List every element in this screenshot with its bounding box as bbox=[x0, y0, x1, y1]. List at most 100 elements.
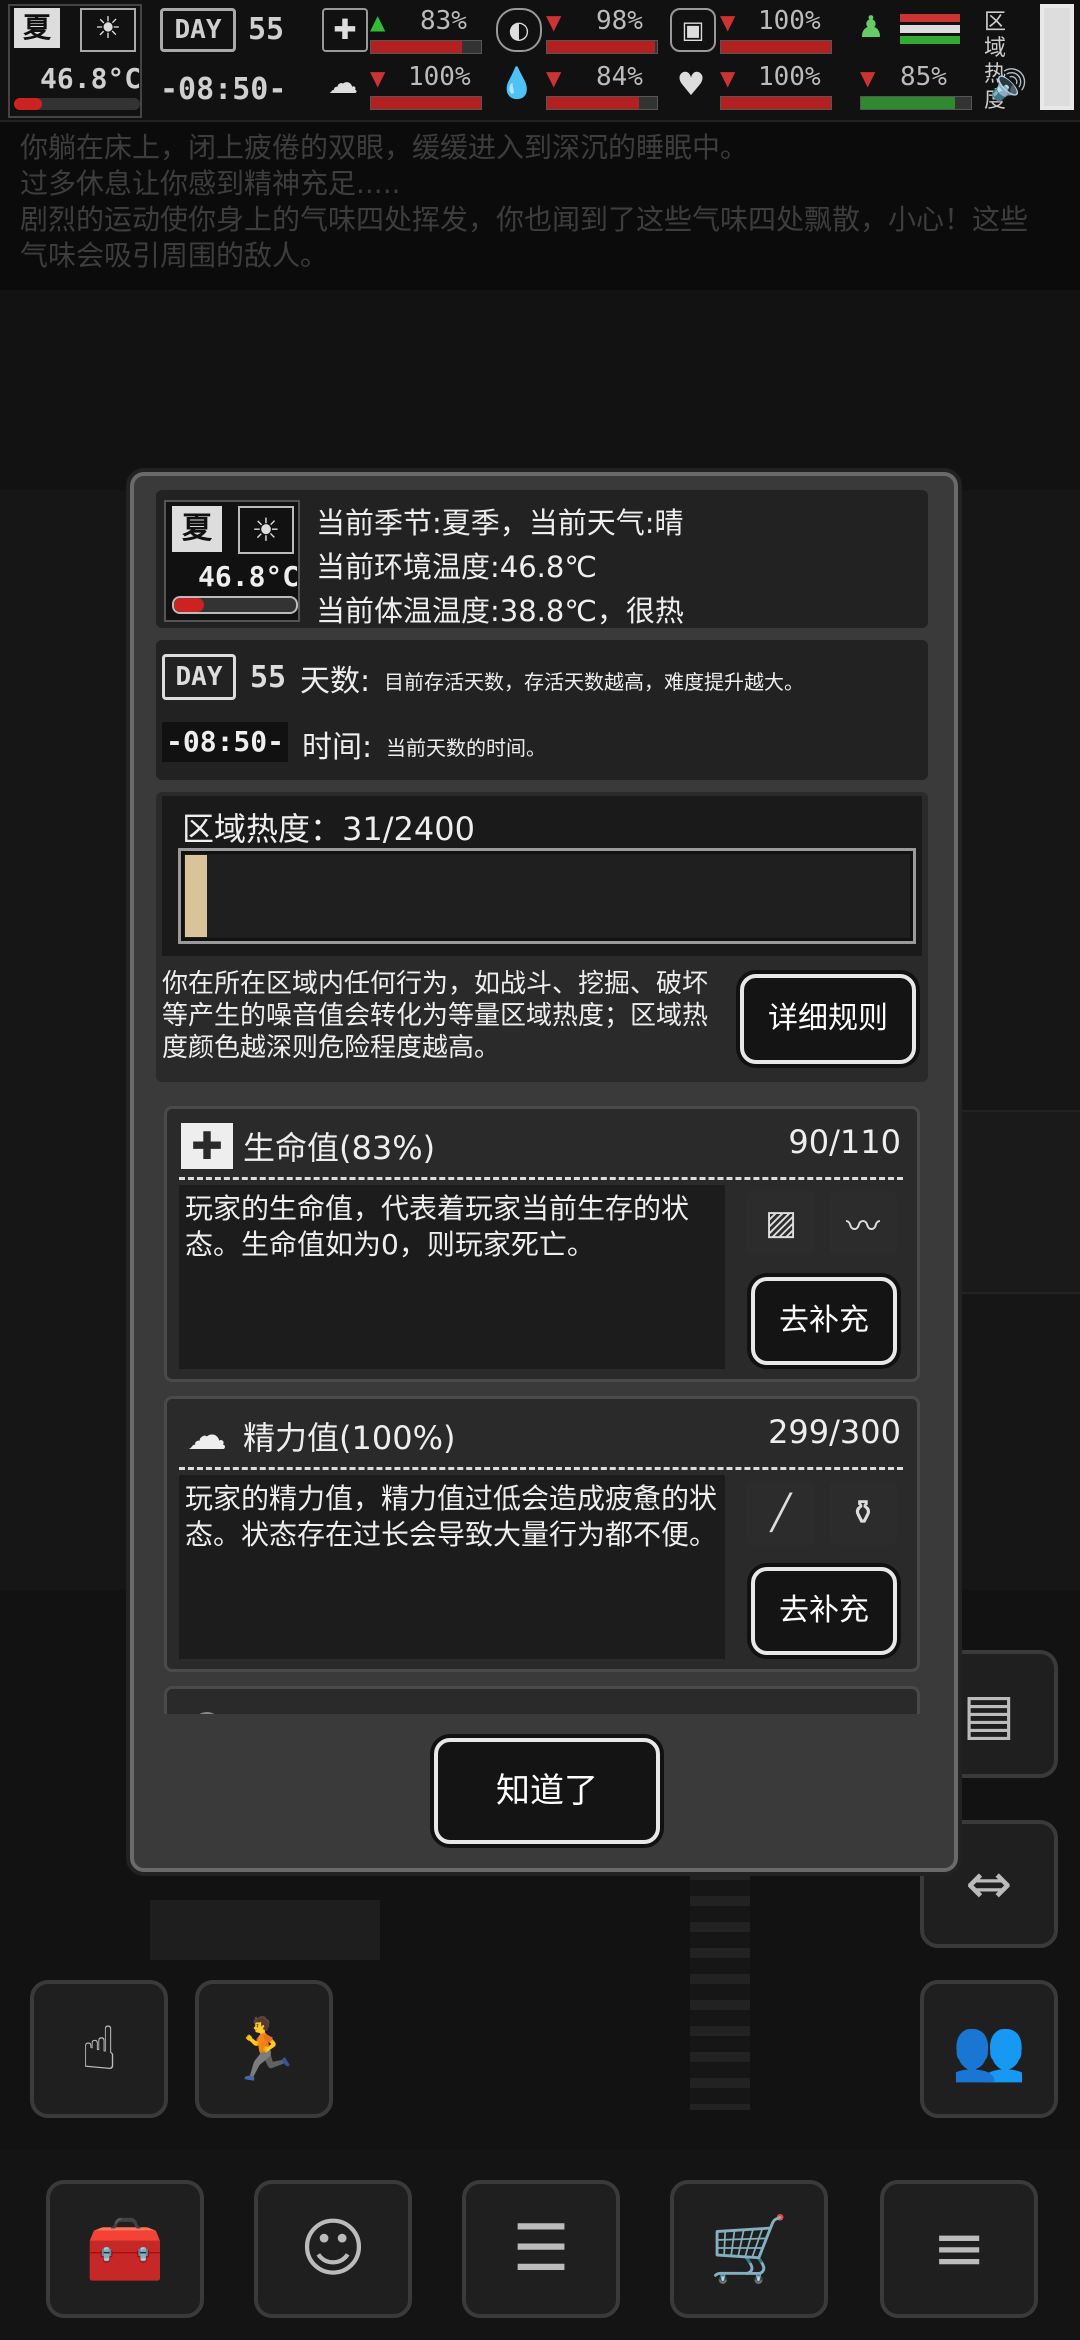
bottle-icon[interactable]: ⚱ bbox=[829, 1481, 897, 1545]
chest-icon: 🧰 bbox=[85, 2212, 165, 2287]
heart-icon: ♥ bbox=[676, 65, 706, 103]
action-touch-button[interactable]: ☝ bbox=[30, 1980, 168, 2118]
bladder-icon: ▣ bbox=[670, 8, 716, 52]
hud-brain-bar bbox=[370, 96, 482, 110]
day-time-panel: DAY 55 天数: 目前存活天数，存活天数越高，难度提升越大。 -08:50-… bbox=[156, 640, 928, 780]
status-info-dialog: 夏 ☀ 46.8°C 当前季节:夏季，当前天气:晴 当前环境温度:46.8℃ 当… bbox=[130, 472, 958, 1872]
confirm-button[interactable]: 知道了 bbox=[434, 1738, 660, 1844]
log-line: 过多休息让你感到精神充足..... bbox=[20, 167, 401, 200]
hud-bladder-bar bbox=[720, 40, 832, 54]
storage-button[interactable]: 🧰 bbox=[46, 2180, 204, 2318]
hud-day-number: 55 bbox=[248, 12, 285, 47]
weather-env-temp-line: 当前环境温度:46.8℃ bbox=[316, 550, 597, 584]
detailed-rules-button[interactable]: 详细规则 bbox=[740, 974, 916, 1064]
list-item: ◐ bbox=[164, 1686, 920, 1714]
speaker-icon[interactable]: 🔊 bbox=[990, 68, 1027, 103]
hud-health-value: 83% bbox=[420, 6, 467, 36]
brain-icon: ☁ bbox=[187, 1413, 227, 1459]
weather-body-temp-line: 当前体温温度:38.8℃，很热 bbox=[316, 594, 684, 628]
up-arrow-icon: ▲ bbox=[370, 10, 386, 34]
down-arrow-icon: ▼ bbox=[720, 10, 736, 34]
area-heat-gauge bbox=[1040, 4, 1074, 110]
hud-water-value: 84% bbox=[596, 62, 643, 92]
shop-button[interactable]: 🛒 bbox=[670, 2180, 828, 2318]
tap-hand-icon: ☝ bbox=[80, 2014, 118, 2084]
hud-mood-value: 85% bbox=[900, 62, 947, 92]
down-arrow-icon: ▼ bbox=[370, 66, 386, 90]
day-label: DAY bbox=[162, 654, 236, 700]
area-heat-panel: 区域热度：31/2400 你在所在区域内任何行为，如战斗、挖掘、破坏等产生的噪音… bbox=[156, 792, 928, 1082]
log-line: 气味会吸引周围的敌人。 bbox=[20, 239, 329, 272]
hud-temperature: 46.8°C bbox=[40, 62, 142, 95]
stomach-icon: ◐ bbox=[496, 8, 542, 52]
stat-desc: 玩家的精力值，精力值过低会造成疲惫的状态。状态存在过长会导致大量行为都不便。 bbox=[185, 1482, 718, 1551]
hud-mood-bar bbox=[860, 96, 972, 110]
hud-day-box[interactable]: DAY 55 -08:50- bbox=[160, 6, 310, 116]
mood-icon: ♟ bbox=[857, 10, 885, 45]
wrap-icon[interactable]: 〰 bbox=[829, 1191, 897, 1255]
weather-temperature: 46.8°C bbox=[198, 560, 300, 593]
run-icon: 🏃 bbox=[226, 2014, 302, 2085]
stat-value: 90/110 bbox=[788, 1123, 901, 1161]
down-arrow-icon: ▼ bbox=[720, 66, 736, 90]
days-desc: 目前存活天数，存活天数越高，难度提升越大。 bbox=[384, 670, 804, 694]
sun-icon: ☀ bbox=[80, 8, 136, 52]
stat-title: 生命值(83%) bbox=[243, 1129, 436, 1167]
sun-icon: ☀ bbox=[238, 506, 294, 554]
stat-title: 精力值(100%) bbox=[243, 1419, 456, 1457]
skills-button[interactable]: ☺ bbox=[254, 2180, 412, 2318]
top-hud: 夏 ☀ 46.8°C DAY 55 -08:50- ✚ ▲ 83% ◐ ▼ 98… bbox=[0, 0, 1080, 122]
down-arrow-icon: ▼ bbox=[546, 10, 562, 34]
days-title: 天数: bbox=[300, 664, 371, 699]
cart-icon: 🛒 bbox=[709, 2212, 789, 2287]
syringe-icon[interactable]: ╱ bbox=[747, 1481, 815, 1545]
area-heat-title: 区域热度：31/2400 bbox=[182, 810, 475, 848]
first-aid-icon: ✚ bbox=[181, 1123, 233, 1169]
hud-brain-value: 100% bbox=[408, 62, 471, 92]
stats-list[interactable]: ✚ 生命值(83%) 90/110 玩家的生命值，代表着玩家当前生存的状态。生命… bbox=[156, 1094, 928, 1714]
day-number: 55 bbox=[250, 660, 287, 695]
time-title: 时间: bbox=[302, 730, 373, 765]
log-line: 你躺在床上，闭上疲倦的双眼，缓缓进入到深沉的睡眠中。 bbox=[20, 131, 749, 164]
list-item: ✚ 生命值(83%) 90/110 玩家的生命值，代表着玩家当前生存的状态。生命… bbox=[164, 1106, 920, 1382]
hud-temp-bar bbox=[14, 98, 140, 110]
hud-time: -08:50- bbox=[160, 72, 287, 107]
hud-day-label: DAY bbox=[160, 8, 236, 52]
hud-heart-value: 100% bbox=[758, 62, 821, 92]
companion-button[interactable]: 👥 bbox=[920, 1980, 1058, 2118]
build-icon: ▤ bbox=[962, 1681, 1016, 1747]
divider bbox=[179, 1177, 903, 1180]
mood-flag-icon bbox=[900, 14, 960, 44]
run-button[interactable]: 🏃 bbox=[195, 1980, 333, 2118]
hud-stomach-value: 98% bbox=[596, 6, 643, 36]
replenish-button[interactable]: 去补充 bbox=[751, 1277, 897, 1365]
head-brain-icon: ☺ bbox=[299, 2212, 367, 2286]
hud-bladder-value: 100% bbox=[758, 6, 821, 36]
weather-panel: 夏 ☀ 46.8°C 当前季节:夏季，当前天气:晴 当前环境温度:46.8℃ 当… bbox=[156, 490, 928, 628]
area-heat-bar bbox=[178, 848, 916, 944]
weather-season-line: 当前季节:夏季，当前天气:晴 bbox=[316, 506, 684, 540]
message-log: 你躺在床上，闭上疲倦的双眼，缓缓进入到深沉的睡眠中。 过多休息让你感到精神充足.… bbox=[20, 130, 1060, 274]
stat-value: 299/300 bbox=[768, 1413, 901, 1451]
temperature-bar bbox=[172, 596, 298, 614]
brain-icon: ☁ bbox=[328, 66, 358, 101]
area-heat-desc: 你在所在区域内任何行为，如战斗、挖掘、破坏等产生的噪音值会转化为等量区域热度；区… bbox=[162, 969, 709, 1063]
hud-water-bar bbox=[546, 96, 658, 110]
divider bbox=[179, 1467, 903, 1470]
time-desc: 当前天数的时间。 bbox=[386, 736, 546, 760]
map-icon: ⇔ bbox=[965, 1851, 1013, 1917]
menu-button[interactable]: ≡ bbox=[880, 2180, 1038, 2318]
companion-icon: 👥 bbox=[951, 2014, 1027, 2085]
health-icon: ✚ bbox=[322, 8, 368, 52]
hud-stomach-bar bbox=[546, 40, 658, 54]
list-item: ☁ 精力值(100%) 299/300 玩家的精力值，精力值过低会造成疲惫的状态… bbox=[164, 1396, 920, 1672]
water-drop-icon: 💧 bbox=[498, 66, 536, 101]
time-value: -08:50- bbox=[162, 722, 289, 762]
bandage-icon[interactable]: ▨ bbox=[747, 1191, 815, 1255]
stat-desc: 玩家的生命值，代表着玩家当前生存的状态。生命值如为0，则玩家死亡。 bbox=[185, 1192, 690, 1261]
journal-button[interactable]: ☰ bbox=[462, 2180, 620, 2318]
replenish-button[interactable]: 去补充 bbox=[751, 1567, 897, 1655]
weather-icon-box: 夏 ☀ 46.8°C bbox=[164, 500, 300, 622]
hud-weather-box[interactable]: 夏 ☀ 46.8°C bbox=[8, 4, 142, 118]
season-icon: 夏 bbox=[14, 8, 60, 48]
